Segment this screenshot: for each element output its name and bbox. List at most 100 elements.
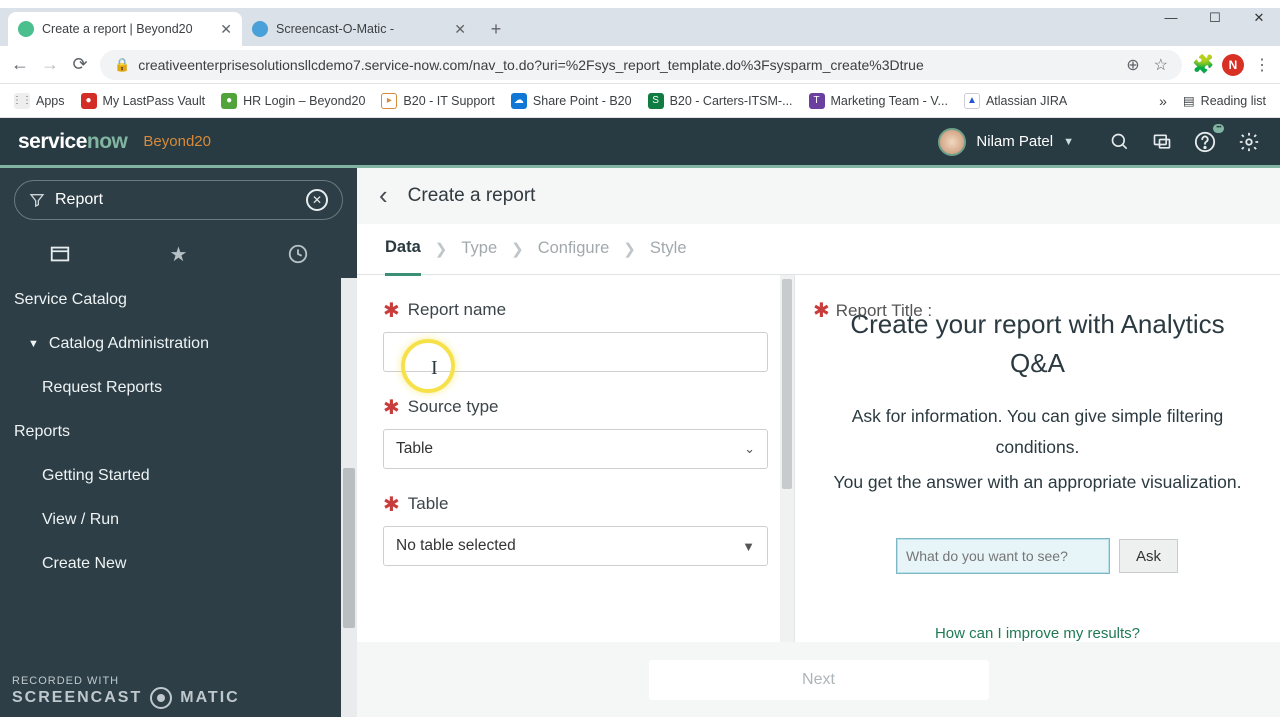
chevron-right-icon: ❯ [623,240,636,258]
reload-button[interactable]: ⟳ [70,54,90,75]
instance-label: Beyond20 [143,133,211,150]
url-text: creativeenterprisesolutionsllcdemo7.serv… [138,57,1118,73]
left-nav: ✕ ★ Service Catalog ▼Catalog Administrat… [0,168,357,717]
bookmark-item[interactable]: TMarketing Team - V... [809,93,948,109]
scrollbar-thumb[interactable] [343,468,355,628]
nav-filter[interactable]: ✕ [14,180,343,220]
improve-results-link[interactable]: How can I improve my results? [935,625,1140,642]
label-source-type: Source type [408,397,499,417]
required-asterisk-icon: ✱ [813,300,830,322]
form-scrollbar[interactable] [780,275,794,642]
scrollbar-thumb[interactable] [782,279,792,489]
servicenow-logo[interactable]: servicenow [18,130,127,154]
select-value: Table [396,440,433,458]
search-icon[interactable] [1110,132,1130,152]
step-style[interactable]: Style [650,239,687,258]
nav-tab-all[interactable] [0,243,119,265]
report-name-input[interactable] [383,332,768,372]
triangle-down-icon: ▼ [742,539,755,554]
clear-filter-icon[interactable]: ✕ [306,189,328,211]
bookmark-item[interactable]: SB20 - Carters-ITSM-... [648,93,793,109]
browser-toolbar: ← → ⟳ 🔒 creativeenterprisesolutionsllcde… [0,46,1280,84]
nav-item-view-run[interactable]: View / Run [0,498,357,542]
qa-paragraph-1: Ask for information. You can give simple… [825,401,1250,462]
window-controls: — ☐ ✕ [1162,10,1268,26]
next-button[interactable]: Next [649,660,989,700]
chevron-down-icon: ⌄ [744,441,755,457]
app-header: servicenow Beyond20 Nilam Patel ▼ [0,118,1280,168]
bookmark-item[interactable]: ●HR Login – Beyond20 [221,93,365,109]
extensions-icon[interactable]: 🧩 [1192,54,1212,75]
bookmark-apps[interactable]: ⋮⋮Apps [14,93,65,109]
bookmark-item[interactable]: ●My LastPass Vault [81,93,206,109]
bookmark-item[interactable]: ☁Share Point - B20 [511,93,632,109]
browser-menu-icon[interactable]: ⋮ [1254,55,1270,75]
browser-tab-strip: Create a report | Beyond20 ✕ Screencast-… [0,8,1280,46]
step-data[interactable]: Data [385,238,421,276]
nav-tab-favorites[interactable]: ★ [119,242,238,267]
close-window-icon[interactable]: ✕ [1250,10,1268,26]
help-icon[interactable] [1194,131,1216,153]
chevron-right-icon: ❯ [511,240,524,258]
forward-button[interactable]: → [40,54,60,75]
nav-app-service-catalog[interactable]: Service Catalog [0,278,357,322]
nav-item-request-reports[interactable]: Request Reports [0,366,357,410]
wizard-steps: Data ❯ Type ❯ Configure ❯ Style [357,224,1280,276]
new-tab-button[interactable]: + [482,15,510,43]
table-select[interactable]: No table selected ▼ [383,526,768,566]
source-type-select[interactable]: Table ⌄ [383,429,768,469]
qa-paragraph-2: You get the answer with an appropriate v… [834,467,1242,498]
nav-scrollbar[interactable] [341,278,357,717]
avatar [938,128,966,156]
nav-tab-history[interactable] [238,243,357,265]
tab-favicon [252,21,268,37]
nav-tabs: ★ [0,230,357,278]
bookmark-item[interactable]: ▲Atlassian JIRA [964,93,1067,109]
back-button[interactable]: ← [10,54,30,75]
funnel-icon [29,192,45,208]
select-value: No table selected [396,537,516,555]
reading-list-icon: ▤ [1183,93,1195,108]
address-bar[interactable]: 🔒 creativeenterprisesolutionsllcdemo7.se… [100,50,1182,80]
required-asterisk-icon: ✱ [383,395,400,420]
bookmarks-bar: ⋮⋮Apps ●My LastPass Vault ●HR Login – Be… [0,84,1280,118]
report-title-label: ✱Report Title : [813,297,932,322]
wizard-footer: Next [357,642,1280,717]
user-menu[interactable]: Nilam Patel ▼ [938,128,1074,156]
ask-button[interactable]: Ask [1119,539,1178,573]
back-chevron-icon[interactable]: ‹ [379,180,388,211]
user-name: Nilam Patel [976,133,1053,150]
step-type[interactable]: Type [461,239,497,258]
required-asterisk-icon: ✱ [383,492,400,517]
chevron-down-icon: ▼ [1063,136,1074,148]
bookmark-item[interactable]: ▸B20 - IT Support [381,93,495,109]
label-report-name: Report name [408,300,506,320]
content-area: ‹ Create a report Data ❯ Type ❯ Configur… [357,168,1280,717]
chevron-right-icon: ❯ [435,240,448,258]
browser-tab-active[interactable]: Create a report | Beyond20 ✕ [8,12,242,46]
nav-filter-input[interactable] [55,191,296,209]
bookmark-star-icon[interactable]: ☆ [1154,55,1168,75]
browser-tab[interactable]: Screencast-O-Matic - ✕ [242,12,476,46]
gear-icon[interactable] [1238,131,1260,153]
profile-button[interactable]: N [1222,54,1244,76]
nav-item-create-new[interactable]: Create New [0,542,357,586]
nav-mod-catalog-admin[interactable]: ▼Catalog Administration [0,322,357,366]
zoom-icon[interactable]: ⊕ [1126,55,1139,75]
nav-app-reports[interactable]: Reports [0,410,357,454]
tab-title: Screencast-O-Matic - [276,22,446,36]
nav-item-getting-started[interactable]: Getting Started [0,454,357,498]
step-configure[interactable]: Configure [538,239,610,258]
minimize-icon[interactable]: — [1162,10,1180,26]
qa-input[interactable] [897,539,1109,573]
bookmarks-overflow[interactable]: » [1159,93,1167,109]
tab-title: Create a report | Beyond20 [42,22,212,36]
required-asterisk-icon: ✱ [383,298,400,323]
reading-list-button[interactable]: ▤Reading list [1183,93,1266,108]
form-column: ✱Report name I ✱Source type Table ⌄ ✱Tab… [357,275,795,642]
maximize-icon[interactable]: ☐ [1206,10,1224,26]
tab-close-icon[interactable]: ✕ [220,21,232,38]
lock-icon: 🔒 [114,57,130,73]
tab-close-icon[interactable]: ✕ [454,21,466,38]
chat-icon[interactable] [1152,132,1172,152]
